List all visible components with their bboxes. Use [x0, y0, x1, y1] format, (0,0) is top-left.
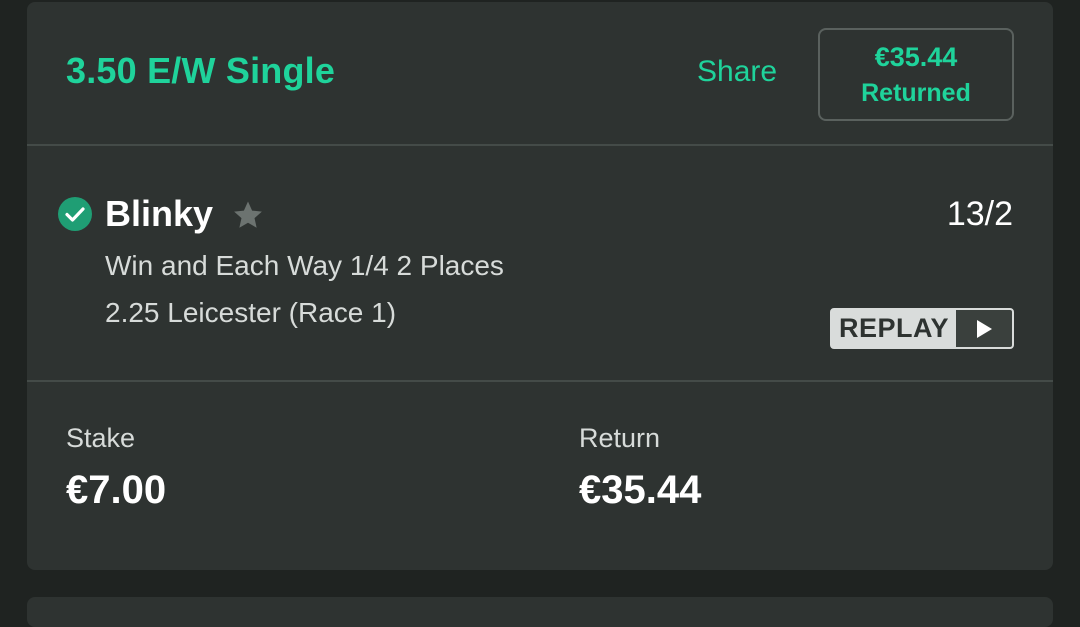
replay-label: REPLAY	[839, 313, 950, 343]
header-divider	[27, 144, 1053, 146]
stake-label: Stake	[66, 423, 136, 453]
returned-amount: €35.44	[874, 42, 958, 72]
bet-title: 3.50 E/W Single	[66, 50, 336, 91]
share-button[interactable]: Share	[697, 55, 777, 89]
selection-name: Blinky	[105, 193, 214, 234]
stake-value: €7.00	[66, 468, 167, 512]
replay-button[interactable]: REPLAY	[830, 308, 1014, 349]
return-label: Return	[579, 423, 661, 453]
check-circle-icon	[58, 197, 92, 231]
star-icon[interactable]	[231, 198, 265, 232]
selection-odds: 13/2	[946, 195, 1013, 233]
bet-header: 3.50 E/W Single Share €35.44 Returned	[27, 2, 1053, 145]
returned-label: Returned	[861, 79, 971, 107]
bet-card: 3.50 E/W Single Share €35.44 Returned Bl…	[27, 2, 1053, 570]
market-description: Win and Each Way 1/4 2 Places	[105, 250, 504, 281]
event-description: 2.25 Leicester (Race 1)	[105, 297, 397, 328]
summary-divider	[27, 380, 1053, 382]
next-bet-card	[27, 597, 1053, 627]
play-icon	[956, 310, 1012, 347]
returned-badge: €35.44 Returned	[818, 28, 1014, 121]
return-value: €35.44	[579, 468, 702, 512]
